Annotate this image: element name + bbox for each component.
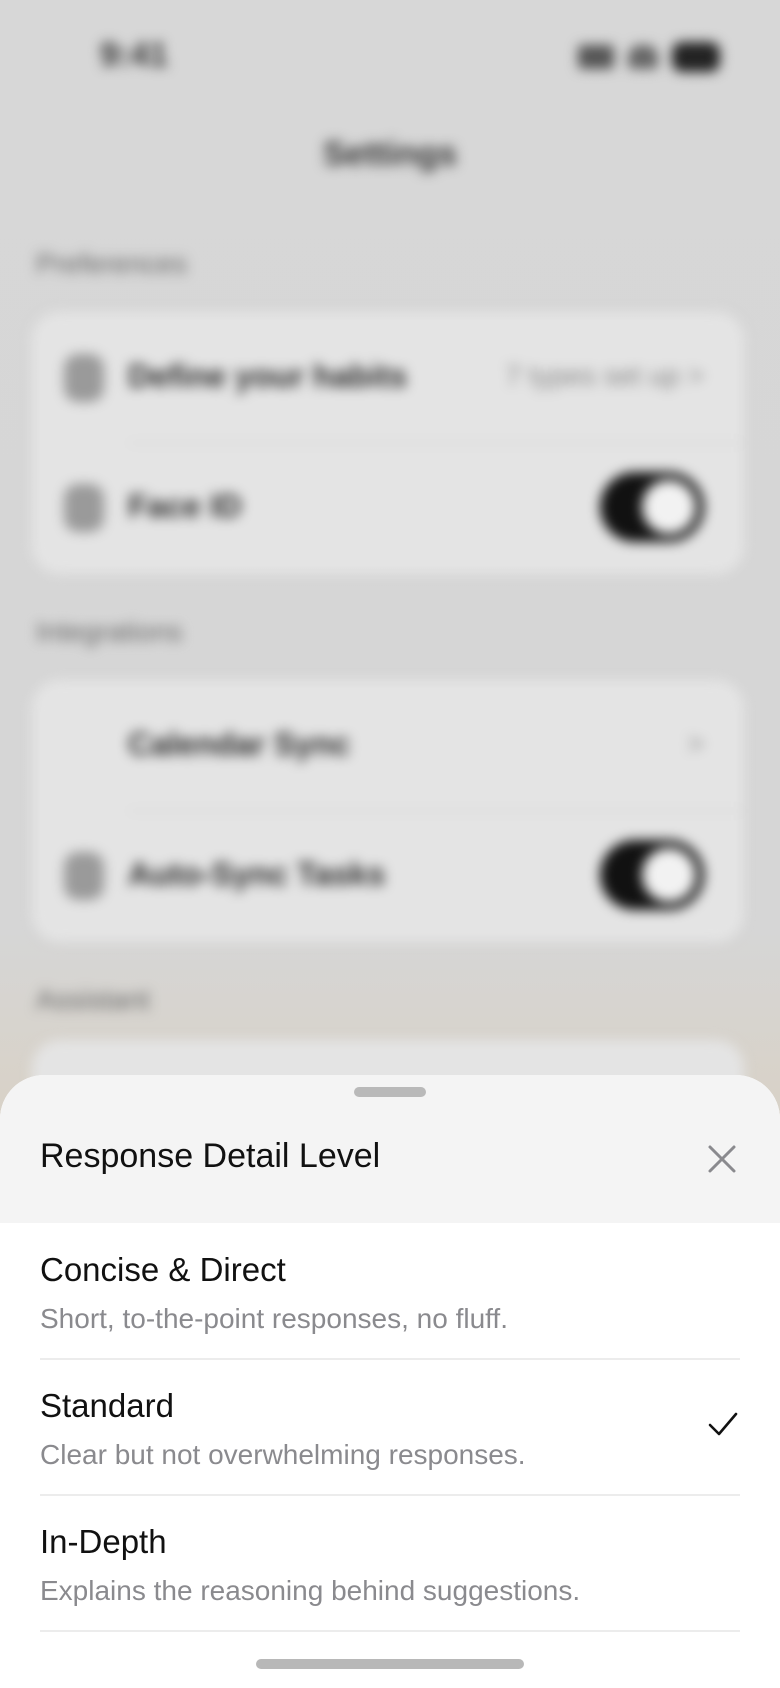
checkmark-icon [708, 1412, 738, 1436]
auto-sync-toggle [600, 840, 704, 910]
option-description: Explains the reasoning behind suggestion… [40, 1575, 581, 1606]
option-title: Concise & Direct [40, 1251, 286, 1288]
sheet-header: Response Detail Level [0, 1075, 780, 1223]
option-title: Standard [40, 1387, 174, 1424]
option-in-depth[interactable]: In-Depth Explains the reasoning behind s… [40, 1495, 740, 1631]
row-calendar-sync: Calendar Sync > [32, 680, 744, 810]
close-button[interactable] [694, 1131, 750, 1187]
page-title: Settings [322, 135, 458, 173]
option-concise-direct[interactable]: Concise & Direct Short, to-the-point res… [40, 1223, 740, 1359]
sheet-grabber[interactable] [354, 1087, 426, 1097]
status-bar-time: 9:41 [100, 36, 169, 74]
close-icon [708, 1145, 736, 1173]
preferences-card: Define your habits 7 types set up > Face… [32, 312, 744, 574]
sheet-title: Response Detail Level [40, 1137, 381, 1175]
response-detail-sheet: Response Detail Level Concise & Direct S… [0, 1075, 780, 1688]
option-divider [40, 1630, 740, 1632]
habit-icon [64, 354, 104, 402]
option-description: Clear but not overwhelming responses. [40, 1439, 526, 1470]
calendar-icon [64, 722, 104, 770]
row-label: Face ID [128, 488, 242, 524]
section-label-preferences: Preferences [36, 248, 187, 279]
status-bar-icons [578, 42, 720, 72]
integrations-card: Calendar Sync > Auto-Sync Tasks [32, 680, 744, 942]
row-auto-sync-tasks: Auto-Sync Tasks [32, 810, 744, 940]
row-value: 7 types set up > [505, 360, 704, 391]
row-label: Auto-Sync Tasks [128, 856, 386, 892]
section-label-assistant: Assistant [36, 984, 150, 1015]
row-define-habits: Define your habits 7 types set up > [32, 312, 744, 442]
home-indicator[interactable] [256, 1659, 524, 1669]
option-description: Short, to-the-point responses, no fluff. [40, 1303, 508, 1334]
section-label-integrations: Integrations [36, 616, 183, 647]
option-title: In-Depth [40, 1523, 167, 1560]
row-face-id: Face ID [32, 442, 744, 572]
face-id-toggle [600, 472, 704, 542]
battery-icon [672, 42, 720, 72]
sync-icon [64, 852, 104, 900]
wifi-icon [628, 45, 658, 69]
row-label: Define your habits [128, 358, 408, 394]
option-standard[interactable]: Standard Clear but not overwhelming resp… [40, 1359, 740, 1495]
row-label: Calendar Sync [128, 726, 351, 762]
face-id-icon [64, 484, 104, 532]
row-chevron: > [687, 728, 704, 759]
cellular-signal-icon [578, 45, 614, 69]
